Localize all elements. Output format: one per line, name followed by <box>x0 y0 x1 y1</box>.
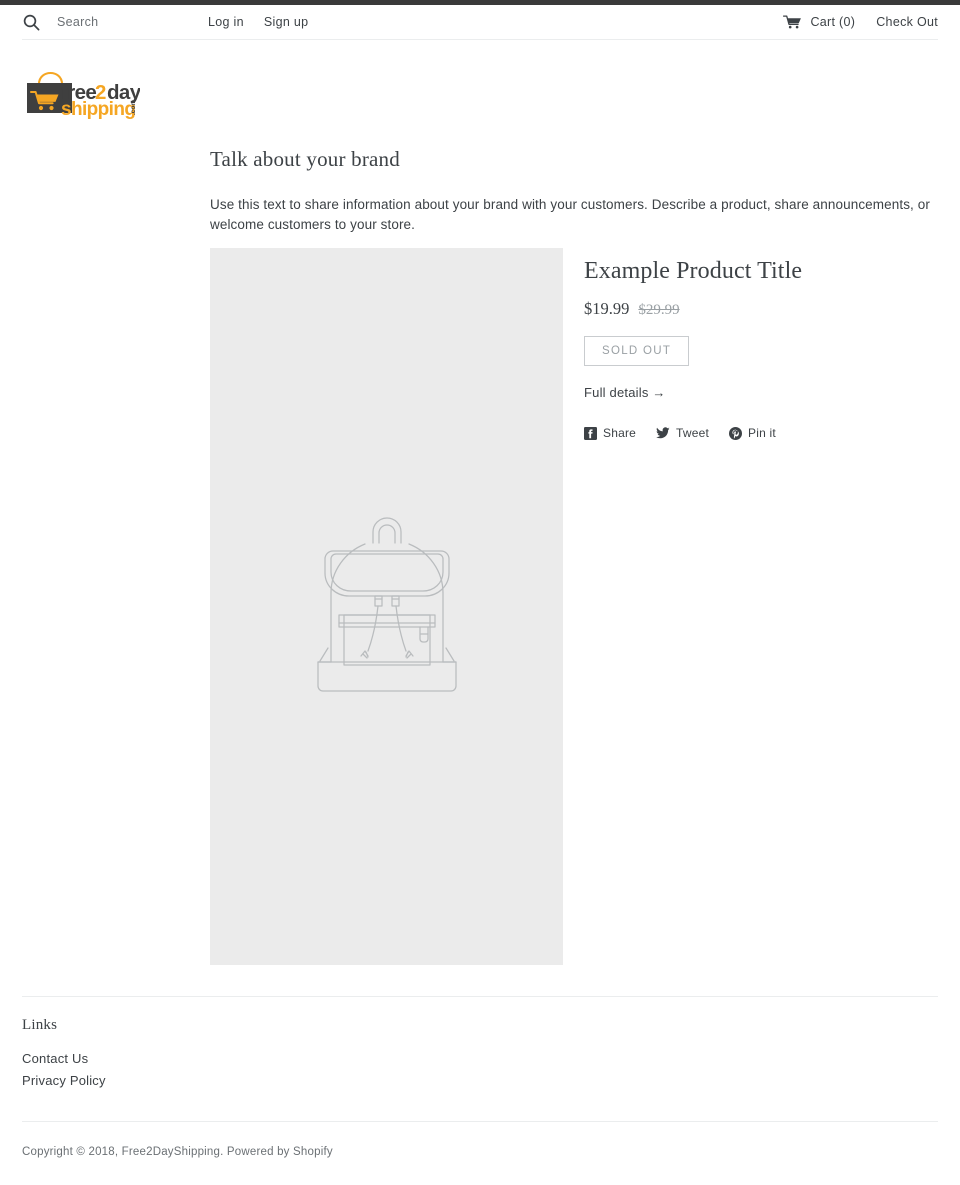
shopify-link[interactable]: Shopify <box>293 1146 333 1158</box>
store-name-link[interactable]: Free2DayShipping <box>122 1146 220 1158</box>
checkout-link[interactable]: Check Out <box>876 15 938 29</box>
share-facebook-button[interactable]: Share <box>584 426 636 440</box>
twitter-icon <box>656 427 670 439</box>
account-links: Log in Sign up <box>208 5 308 39</box>
footer-links-heading: Links <box>22 1017 58 1033</box>
footer-link-contact-us[interactable]: Contact Us <box>22 1051 88 1066</box>
price-row: $19.99 $29.99 <box>584 299 940 319</box>
share-twitter-button[interactable]: Tweet <box>656 426 709 440</box>
product-title: Example Product Title <box>584 258 803 284</box>
search-input[interactable] <box>57 15 177 29</box>
rich-text-body: Use this text to share information about… <box>210 197 930 232</box>
rich-text-section: Talk about your brand Use this text to s… <box>210 146 940 234</box>
svg-text:.com: .com <box>130 100 137 115</box>
share-facebook-label: Share <box>603 426 637 440</box>
signup-link[interactable]: Sign up <box>264 15 309 29</box>
search-group <box>22 13 177 31</box>
copyright-middle: . Powered by <box>220 1146 294 1158</box>
cart-checkout-links: Cart (0) Check Out <box>783 5 938 39</box>
page-root: Log in Sign up Cart (0) Check Out <box>0 0 960 1185</box>
cart-label: Cart (0) <box>810 15 856 29</box>
list-item: Privacy Policy <box>22 1072 106 1090</box>
share-pinterest-button[interactable]: Pin it <box>729 426 776 440</box>
footer-links-block: Links Contact Us Privacy Policy <box>22 1017 106 1094</box>
list-item: Contact Us <box>22 1050 106 1068</box>
footer-link-list: Contact Us Privacy Policy <box>22 1050 106 1090</box>
rich-text-heading: Talk about your brand <box>210 147 400 171</box>
copyright-notice: Copyright © 2018, Free2DayShipping. Powe… <box>22 1146 333 1158</box>
product-compare-price: $29.99 <box>638 302 680 318</box>
shopping-cart-icon <box>783 15 802 29</box>
backpack-placeholder-icon <box>297 510 477 697</box>
sold-out-button[interactable]: SOLD OUT <box>584 336 690 366</box>
utility-bar: Log in Sign up Cart (0) Check Out <box>22 5 938 40</box>
share-twitter-label: Tweet <box>676 426 710 440</box>
product-info: Example Product Title $19.99 $29.99 SOLD… <box>584 256 940 440</box>
login-link[interactable]: Log in <box>208 15 244 29</box>
copyright-prefix: Copyright © 2018, <box>22 1146 122 1158</box>
pinterest-icon <box>729 426 743 440</box>
footer-divider-bottom <box>22 1121 938 1122</box>
social-share-row: Share Tweet Pin it <box>584 426 940 440</box>
product-image-placeholder[interactable] <box>210 248 563 965</box>
share-pinterest-label: Pin it <box>748 426 776 440</box>
full-details-link[interactable]: Full details → <box>584 385 666 400</box>
product-price: $19.99 <box>584 299 630 318</box>
site-logo[interactable]: free 2 day shipping .com <box>22 68 140 120</box>
svg-text:shipping: shipping <box>61 99 135 120</box>
footer-divider-top <box>22 996 938 997</box>
search-icon[interactable] <box>22 13 40 31</box>
facebook-icon <box>584 426 597 440</box>
cart-link[interactable]: Cart (0) <box>783 15 855 29</box>
footer-link-privacy-policy[interactable]: Privacy Policy <box>22 1073 106 1088</box>
